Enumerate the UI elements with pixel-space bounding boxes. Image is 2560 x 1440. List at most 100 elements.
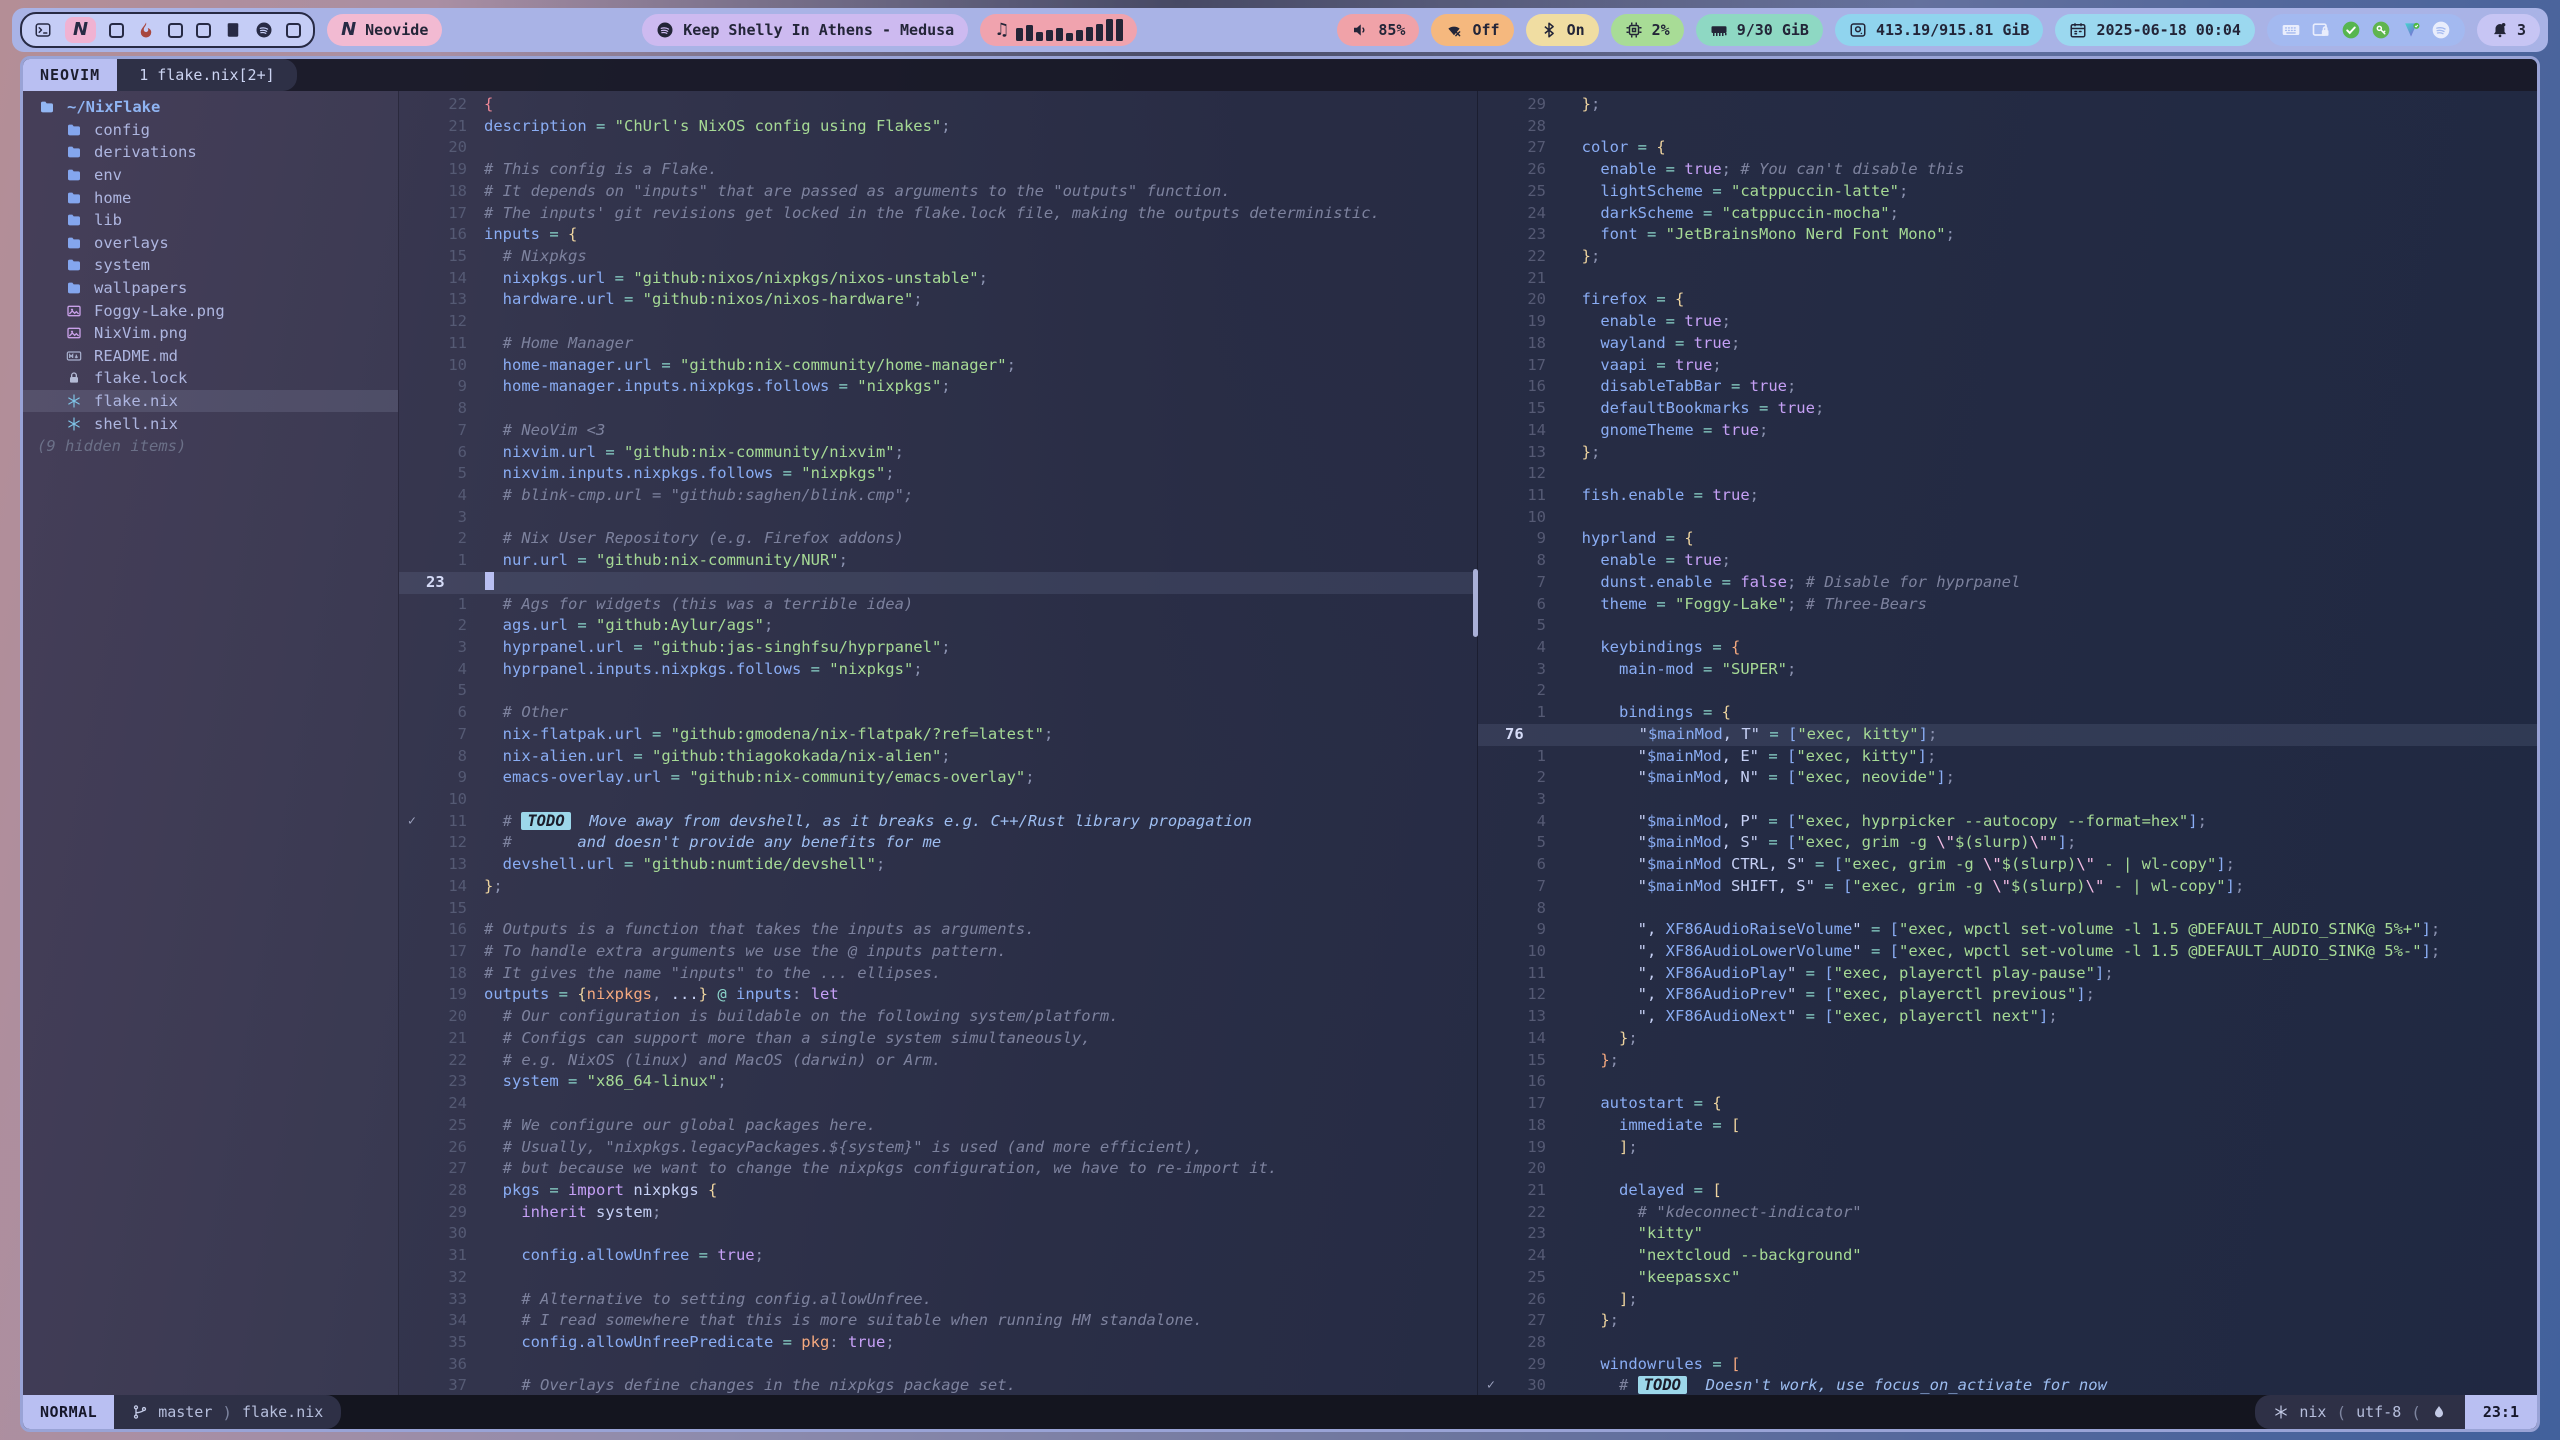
code-line[interactable]: 16 (1478, 1071, 2537, 1093)
code-line[interactable]: 8 (1478, 898, 2537, 920)
code-line[interactable]: 27 color = { (1478, 137, 2537, 159)
workspace-journal-icon[interactable] (224, 21, 242, 39)
code-line[interactable]: 8 enable = true; (1478, 550, 2537, 572)
code-line[interactable]: 32 (399, 1267, 1477, 1289)
code-line[interactable]: 19 ]; (1478, 1137, 2537, 1159)
code-line[interactable]: 29 windowrules = [ (1478, 1354, 2537, 1376)
code-line[interactable]: 6 "$mainMod CTRL, S" = ["exec, grim -g \… (1478, 854, 2537, 876)
code-line[interactable]: 2 "$mainMod, N" = ["exec, neovide"]; (1478, 767, 2537, 789)
tree-item-overlays[interactable]: overlays (23, 232, 398, 255)
check-circle-icon[interactable] (2341, 20, 2361, 40)
code-line[interactable]: 37 # Overlays define changes in the nixp… (399, 1375, 1477, 1397)
code-line[interactable]: 1 # Ags for widgets (this was a terrible… (399, 594, 1477, 616)
network-pill[interactable]: Off (1431, 14, 1513, 46)
tree-item-flake-nix[interactable]: flake.nix (23, 390, 398, 413)
workspace-spotify-icon[interactable] (255, 21, 273, 39)
code-line[interactable]: 11 fish.enable = true; (1478, 485, 2537, 507)
code-line[interactable]: 14 }; (1478, 1028, 2537, 1050)
code-line[interactable]: 12 # and doesn't provide any benefits fo… (399, 832, 1477, 854)
code-line[interactable]: 21 delayed = [ (1478, 1180, 2537, 1202)
code-line[interactable]: 10 (399, 789, 1477, 811)
code-line[interactable]: 26 # Usually, "nixpkgs.legacyPackages.${… (399, 1137, 1477, 1159)
code-line[interactable]: 23 "kitty" (1478, 1223, 2537, 1245)
code-line[interactable]: 4 hyprpanel.inputs.nixpkgs.follows = "ni… (399, 659, 1477, 681)
code-line[interactable]: 21 # Configs can support more than a sin… (399, 1028, 1477, 1050)
tree-item-foggy-lake-png[interactable]: Foggy-Lake.png (23, 299, 398, 322)
code-line[interactable]: 28 (1478, 1332, 2537, 1354)
code-line[interactable]: 1 nur.url = "github:nix-community/NUR"; (399, 550, 1477, 572)
code-line[interactable]: 6 nixvim.url = "github:nix-community/nix… (399, 442, 1477, 464)
code-line[interactable]: 3 main-mod = "SUPER"; (1478, 659, 2537, 681)
code-line[interactable]: 13 ", XF86AudioNext" = ["exec, playerctl… (1478, 1006, 2537, 1028)
tab-flake-nix[interactable]: 1 flake.nix[2+] (117, 59, 296, 91)
code-line[interactable]: 3 (399, 507, 1477, 529)
code-line[interactable]: 3 hyprpanel.url = "github:jas-singhfsu/h… (399, 637, 1477, 659)
workspace-flame-icon[interactable] (137, 21, 155, 39)
code-line[interactable]: 13 }; (1478, 442, 2537, 464)
code-line[interactable]: 12 (399, 311, 1477, 333)
code-line[interactable]: 6 # Other (399, 702, 1477, 724)
code-line[interactable]: 29 }; (1478, 94, 2537, 116)
code-line[interactable]: 27 # but because we want to change the n… (399, 1158, 1477, 1180)
code-line[interactable]: 6 theme = "Foggy-Lake"; # Three-Bears (1478, 594, 2537, 616)
bluetooth-pill[interactable]: On (1526, 14, 1599, 46)
code-line[interactable]: 20 (399, 137, 1477, 159)
code-line[interactable]: 8 nix-alien.url = "github:thiagokokada/n… (399, 746, 1477, 768)
editor-pane-right[interactable]: 29 };2827 color = {26 enable = true; # Y… (1478, 91, 2537, 1395)
volume-pill[interactable]: 85% (1337, 14, 1419, 46)
code-line[interactable]: 7 dunst.enable = false; # Disable for hy… (1478, 572, 2537, 594)
workspace-empty-icon[interactable] (168, 23, 183, 38)
code-line[interactable]: 15 defaultBookmarks = true; (1478, 398, 2537, 420)
system-tray-pill[interactable] (2267, 14, 2465, 46)
code-line[interactable]: 16inputs = { (399, 224, 1477, 246)
code-line[interactable]: 28 pkgs = import nixpkgs { (399, 1180, 1477, 1202)
tree-item-home[interactable]: home (23, 186, 398, 209)
code-line[interactable]: 7 "$mainMod SHIFT, S" = ["exec, grim -g … (1478, 876, 2537, 898)
code-line[interactable]: 27 }; (1478, 1310, 2537, 1332)
tree-item-env[interactable]: env (23, 164, 398, 187)
code-line[interactable]: 13 devshell.url = "github:numtide/devshe… (399, 854, 1477, 876)
code-line[interactable]: 2 (1478, 680, 2537, 702)
code-line[interactable]: 4 # blink-cmp.url = "github:saghen/blink… (399, 485, 1477, 507)
code-line[interactable]: 17# The inputs' git revisions get locked… (399, 203, 1477, 225)
tree-item-derivations[interactable]: derivations (23, 141, 398, 164)
code-line[interactable]: 22 }; (1478, 246, 2537, 268)
code-line[interactable]: 29 inherit system; (399, 1202, 1477, 1224)
code-line[interactable]: 22 # "kdeconnect-indicator" (1478, 1202, 2537, 1224)
code-line[interactable]: 12 (1478, 463, 2537, 485)
code-line[interactable]: 25 lightScheme = "catppuccin-latte"; (1478, 181, 2537, 203)
code-line[interactable]: 5 (1478, 615, 2537, 637)
tree-item-flake-lock[interactable]: flake.lock (23, 367, 398, 390)
code-line[interactable]: 9 emacs-overlay.url = "github:nix-commun… (399, 767, 1477, 789)
code-line[interactable]: 34 # I read somewhere that this is more … (399, 1310, 1477, 1332)
code-line[interactable]: 16 disableTabBar = true; (1478, 376, 2537, 398)
code-line[interactable]: 10 home-manager.url = "github:nix-commun… (399, 355, 1477, 377)
tree-item-nixflake[interactable]: ~/NixFlake (23, 96, 398, 119)
code-line[interactable]: 11 ", XF86AudioPlay" = ["exec, playerctl… (1478, 963, 2537, 985)
code-line[interactable]: 21 (1478, 268, 2537, 290)
code-line[interactable]: 14 gnomeTheme = true; (1478, 420, 2537, 442)
code-line[interactable]: 19 enable = true; (1478, 311, 2537, 333)
code-line[interactable]: 21description = "ChUrl's NixOS config us… (399, 116, 1477, 138)
code-line[interactable]: 25 # We configure our global packages he… (399, 1115, 1477, 1137)
code-line[interactable]: 14}; (399, 876, 1477, 898)
workspace-empty-icon[interactable] (109, 23, 124, 38)
code-line[interactable]: 76 "$mainMod, T" = ["exec, kitty"]; (1478, 724, 2537, 746)
code-line[interactable]: 15 (399, 898, 1477, 920)
code-line[interactable]: 33 # Alternative to setting config.allow… (399, 1289, 1477, 1311)
workspace-neovide-icon[interactable]: N (65, 17, 96, 43)
code-line[interactable]: 10 (1478, 507, 2537, 529)
key-icon[interactable] (2371, 20, 2391, 40)
code-line[interactable]: 9 ", XF86AudioRaiseVolume" = ["exec, wpc… (1478, 919, 2537, 941)
workspace-empty-icon[interactable] (286, 23, 301, 38)
workspace-empty-icon[interactable] (196, 23, 211, 38)
code-line[interactable]: 5 "$mainMod, S" = ["exec, grim -g \"$(sl… (1478, 832, 2537, 854)
code-line[interactable]: 7 # NeoVim <3 (399, 420, 1477, 442)
code-line[interactable]: 9 home-manager.inputs.nixpkgs.follows = … (399, 376, 1477, 398)
code-line[interactable]: 9 hyprland = { (1478, 528, 2537, 550)
code-line[interactable]: 19outputs = {nixpkgs, ...} @ inputs: let (399, 984, 1477, 1006)
tree-item-system[interactable]: system (23, 254, 398, 277)
code-line[interactable]: 7 nix-flatpak.url = "github:gmodena/nix-… (399, 724, 1477, 746)
code-line[interactable]: 17# To handle extra arguments we use the… (399, 941, 1477, 963)
code-line[interactable]: 16# Outputs is a function that takes the… (399, 919, 1477, 941)
